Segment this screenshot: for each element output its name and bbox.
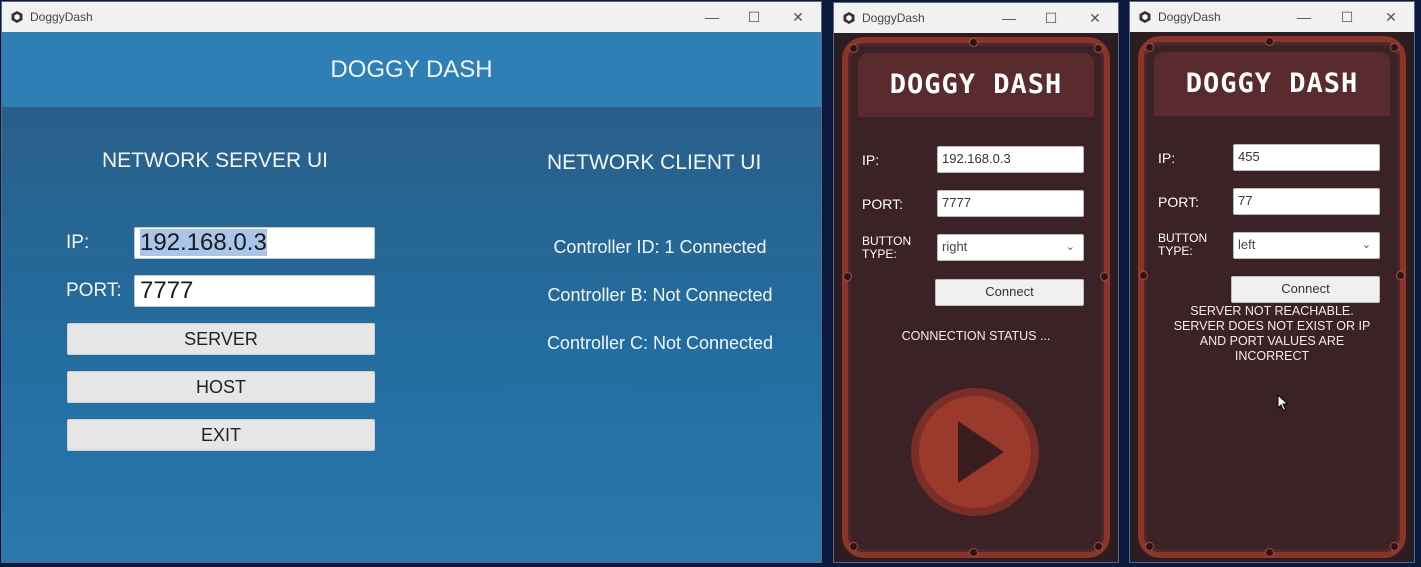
rivet bbox=[844, 273, 851, 280]
window-title: DoggyDash bbox=[1158, 10, 1221, 24]
unity-icon bbox=[843, 12, 855, 24]
ip-input[interactable]: 455 bbox=[1233, 144, 1380, 171]
title-bar: DoggyDash — ☐ ✕ bbox=[2, 2, 821, 32]
controller-b-status: Controller B: Not Connected bbox=[547, 285, 773, 305]
close-icon[interactable]: ✕ bbox=[788, 7, 808, 27]
game-title: DOGGY DASH bbox=[858, 53, 1094, 117]
client-window-a: DoggyDash — ☐ ✕ DOGGY DASH IP: 192.168.0… bbox=[834, 3, 1118, 562]
port-input[interactable]: 77 bbox=[1233, 188, 1380, 215]
maximize-icon[interactable]: ☐ bbox=[1041, 8, 1061, 28]
maximize-icon[interactable]: ☐ bbox=[1337, 7, 1357, 27]
chevron-down-icon: ⌄ bbox=[1065, 241, 1075, 253]
button-type-dropdown[interactable]: left ⌄ bbox=[1233, 232, 1380, 259]
port-label: PORT: bbox=[1158, 194, 1199, 210]
ip-input[interactable]: 192.168.0.3 bbox=[937, 146, 1084, 173]
server-content: DOGGY DASH NETWORK SERVER UI NETWORK CLI… bbox=[2, 32, 821, 562]
rivet bbox=[850, 45, 857, 52]
ip-label: IP: bbox=[1158, 150, 1176, 166]
maximize-icon[interactable]: ☐ bbox=[744, 7, 764, 27]
game-title: DOGGY DASH bbox=[1154, 52, 1390, 116]
button-type-label-line2: TYPE: bbox=[1158, 244, 1193, 258]
title-bar: DoggyDash — ☐ ✕ bbox=[834, 3, 1118, 33]
error-line: SERVER NOT REACHABLE. bbox=[1190, 304, 1354, 318]
chevron-down-icon: ⌄ bbox=[1361, 239, 1371, 251]
rivet bbox=[1391, 543, 1398, 550]
button-type-dropdown[interactable]: right ⌄ bbox=[937, 234, 1084, 261]
play-icon[interactable] bbox=[900, 377, 1050, 527]
error-line: AND PORT VALUES ARE bbox=[1199, 334, 1345, 348]
button-type-label-line2: TYPE: bbox=[862, 247, 897, 261]
window-title: DoggyDash bbox=[862, 11, 925, 25]
port-label: PORT: bbox=[862, 196, 903, 212]
client-window-b: DoggyDash — ☐ ✕ DOGGY DASH IP: 455 PORT:… bbox=[1130, 2, 1414, 562]
rivet bbox=[1391, 44, 1398, 51]
error-line: INCORRECT bbox=[1234, 349, 1310, 363]
client-ui-heading: NETWORK CLIENT UI bbox=[547, 151, 762, 174]
minimize-icon[interactable]: — bbox=[1294, 7, 1314, 27]
server-window: DoggyDash — ☐ ✕ DOGGY DASH NETWORK SERVE… bbox=[2, 2, 821, 562]
server-button[interactable]: SERVER bbox=[67, 323, 375, 355]
ip-label: IP: bbox=[862, 152, 880, 168]
banner-title: DOGGY DASH bbox=[2, 32, 821, 107]
rivet bbox=[1397, 272, 1404, 279]
rivet bbox=[1266, 549, 1273, 556]
button-type-value: right bbox=[942, 239, 968, 254]
minimize-icon[interactable]: — bbox=[702, 7, 722, 27]
server-ui-heading: NETWORK SERVER UI bbox=[102, 149, 328, 172]
close-icon[interactable]: ✕ bbox=[1085, 8, 1105, 28]
window-title: DoggyDash bbox=[30, 10, 93, 24]
rivet bbox=[1266, 38, 1273, 45]
ip-label: IP: bbox=[66, 232, 90, 253]
button-type-label: BUTTON TYPE: bbox=[1158, 232, 1207, 258]
unity-icon bbox=[1139, 11, 1151, 23]
button-type-value: left bbox=[1238, 237, 1256, 252]
rivet bbox=[1095, 543, 1102, 550]
port-input[interactable]: 7777 bbox=[937, 190, 1084, 217]
mouse-cursor-icon bbox=[1277, 394, 1289, 412]
title-bar: DoggyDash — ☐ ✕ bbox=[1130, 2, 1414, 32]
ip-input[interactable]: 192.168.0.3 bbox=[134, 227, 375, 259]
port-input[interactable]: 7777 bbox=[134, 275, 375, 307]
rivet bbox=[970, 549, 977, 556]
exit-button[interactable]: EXIT bbox=[67, 419, 375, 451]
game-frame: DOGGY DASH IP: 192.168.0.3 PORT: 7777 BU… bbox=[842, 37, 1110, 558]
ip-input-value: 192.168.0.3 bbox=[140, 229, 267, 256]
button-type-label: BUTTON TYPE: bbox=[862, 235, 911, 261]
error-line: SERVER DOES NOT EXIST OR IP bbox=[1173, 319, 1371, 333]
unity-icon bbox=[11, 11, 23, 23]
connection-error-message: SERVER NOT REACHABLE. SERVER DOES NOT EX… bbox=[1144, 304, 1400, 364]
game-content: DOGGY DASH IP: 455 PORT: 77 BUTTON TYPE:… bbox=[1130, 32, 1414, 562]
rivet bbox=[1146, 543, 1153, 550]
connect-button[interactable]: Connect bbox=[935, 279, 1084, 306]
game-content: DOGGY DASH IP: 192.168.0.3 PORT: 7777 BU… bbox=[834, 33, 1118, 562]
rivet bbox=[1101, 273, 1108, 280]
controller-a-status: Controller ID: 1 Connected bbox=[553, 237, 767, 257]
rivet bbox=[970, 39, 977, 46]
host-button[interactable]: HOST bbox=[67, 371, 375, 403]
rivet bbox=[1146, 44, 1153, 51]
rivet bbox=[850, 543, 857, 550]
port-label: PORT: bbox=[66, 280, 122, 301]
connect-button[interactable]: Connect bbox=[1231, 276, 1380, 303]
connection-status: CONNECTION STATUS ... bbox=[901, 329, 1051, 343]
game-frame: DOGGY DASH IP: 455 PORT: 77 BUTTON TYPE:… bbox=[1138, 36, 1406, 558]
close-icon[interactable]: ✕ bbox=[1381, 7, 1401, 27]
rivet bbox=[1140, 272, 1147, 279]
controller-c-status: Controller C: Not Connected bbox=[546, 333, 774, 353]
minimize-icon[interactable]: — bbox=[999, 8, 1019, 28]
rivet bbox=[1095, 45, 1102, 52]
